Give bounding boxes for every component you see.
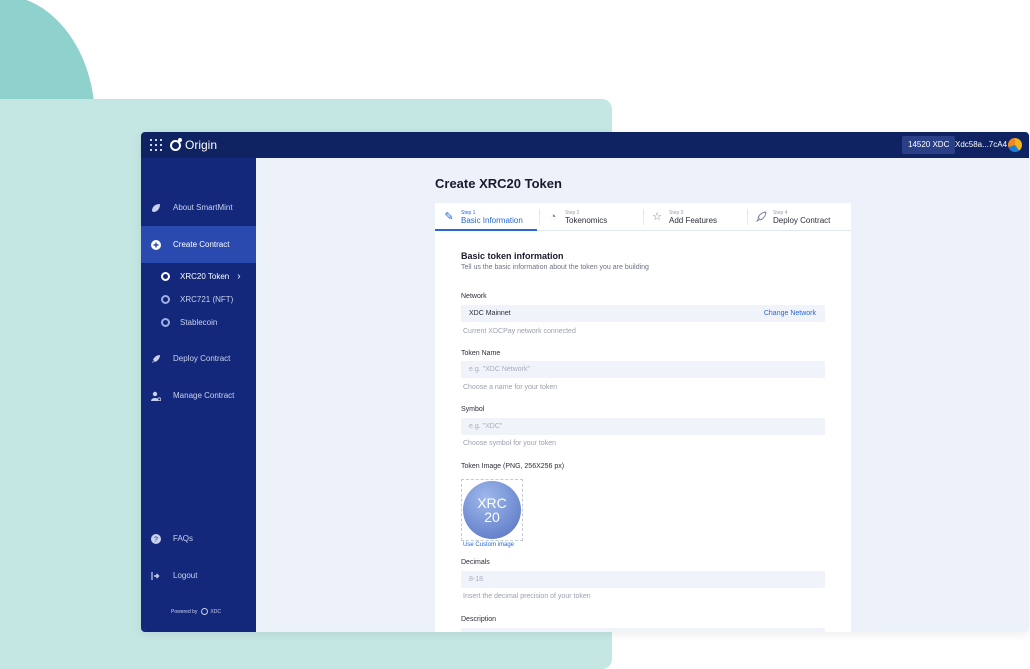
symbol-input[interactable]: e.g. "XDC" <box>461 418 825 435</box>
step-deploy-contract[interactable]: Step 4 Deploy Contract <box>755 203 830 231</box>
help-circle-icon: ? <box>151 533 161 544</box>
token-icon <box>161 294 170 304</box>
network-value: XDC Mainnet <box>469 310 511 317</box>
logo-text: Origin <box>185 138 218 152</box>
sidebar-subitem-xrc721[interactable]: XRC721 (NFT) <box>141 289 256 309</box>
rocket-icon <box>755 211 767 223</box>
step-divider <box>747 209 748 225</box>
sidebar-item-about[interactable]: About SmartMint <box>141 189 256 226</box>
active-step-indicator <box>435 229 537 231</box>
token-icon <box>161 317 170 327</box>
step-divider <box>539 209 540 225</box>
stepper: ✎ Step 1 Basic Information ◔ Step 2 Toke… <box>435 203 851 231</box>
step-basic-information[interactable]: ✎ Step 1 Basic Information <box>443 203 523 231</box>
sidebar-item-label: Logout <box>173 571 198 580</box>
star-icon: ☆ <box>652 211 662 223</box>
network-hint: Current XDCPay network connected <box>463 328 576 335</box>
apps-grid-icon[interactable] <box>150 139 162 151</box>
sidebar-item-deploy-contract[interactable]: Deploy Contract <box>141 340 256 377</box>
sidebar-subitem-label: Stablecoin <box>180 317 218 327</box>
token-icon <box>161 271 170 281</box>
sidebar-item-manage-contract[interactable]: Manage Contract <box>141 377 256 414</box>
token-image-line2: 20 <box>484 509 500 525</box>
step-add-features[interactable]: ☆ Step 3 Add Features <box>651 203 717 231</box>
top-bar: Origin 14520 XDC Xdc58a...7cA4 <box>141 132 1029 158</box>
page-title: Create XRC20 Token <box>435 176 562 191</box>
network-field: XDC Mainnet Change Network <box>461 305 825 322</box>
app-logo[interactable]: Origin <box>170 137 217 153</box>
sidebar-item-create-contract[interactable]: Create Contract <box>141 226 256 263</box>
token-image-line1: XRC <box>477 495 507 511</box>
sidebar-item-logout[interactable]: Logout <box>141 557 256 594</box>
token-image-label: Token Image (PNG, 256X256 px) <box>461 463 565 470</box>
symbol-label: Symbol <box>461 406 485 413</box>
description-input[interactable] <box>461 628 825 632</box>
form-card: ✎ Step 1 Basic Information ◔ Step 2 Toke… <box>435 203 851 632</box>
powered-by-label: Powered by <box>171 608 198 615</box>
decimals-label: Decimals <box>461 559 490 566</box>
step-label: Tokenomics <box>565 215 608 225</box>
powered-by-brand: XDC <box>210 608 221 615</box>
sidebar-item-faqs[interactable]: ? FAQs <box>141 520 256 557</box>
sidebar-subitem-label: XRC721 (NFT) <box>180 294 234 304</box>
change-network-link[interactable]: Change Network <box>764 305 816 322</box>
step-label: Deploy Contract <box>773 215 831 225</box>
screen: Origin 14520 XDC Xdc58a...7cA4 About Sma… <box>0 0 1030 669</box>
pie-chart-icon: ◔ <box>549 211 557 223</box>
xdc-logo-icon <box>201 608 209 615</box>
avatar[interactable] <box>1008 138 1022 152</box>
sidebar-item-label: FAQs <box>173 534 194 543</box>
leaf-icon <box>151 203 161 213</box>
network-label: Network <box>461 293 487 300</box>
wallet-balance: 14520 XDC <box>902 136 956 154</box>
token-name-input[interactable]: e.g. "XDC Network" <box>461 361 825 378</box>
step-divider <box>643 209 644 225</box>
sidebar-subitem-stablecoin[interactable]: Stablecoin <box>141 312 256 332</box>
step-tokenomics[interactable]: ◔ Step 2 Tokenomics <box>547 203 608 231</box>
sidebar-subitem-label: XRC20 Token <box>180 271 230 281</box>
token-image-dropzone[interactable]: XRC 20 <box>461 479 523 541</box>
section-subtitle: Tell us the basic information about the … <box>461 264 649 271</box>
plus-circle-icon <box>151 239 161 250</box>
token-name-label: Token Name <box>461 350 501 357</box>
powered-by: Powered by XDC <box>171 608 221 615</box>
sidebar: About SmartMint Create Contract XRC20 To… <box>141 158 256 632</box>
symbol-hint: Choose symbol for your token <box>463 440 556 447</box>
section-title: Basic token information <box>461 251 564 261</box>
use-custom-image-link[interactable]: Use Custom image <box>463 542 514 548</box>
origin-logo-icon <box>170 137 182 151</box>
sidebar-item-label: Deploy Contract <box>173 354 231 363</box>
chevron-right-icon: › <box>237 270 241 282</box>
step-label: Basic Information <box>461 215 523 225</box>
description-label: Description <box>461 616 497 623</box>
app-window: Origin 14520 XDC Xdc58a...7cA4 About Sma… <box>141 132 1029 632</box>
svg-text:?: ? <box>154 536 158 543</box>
user-gear-icon <box>151 391 161 401</box>
decimals-hint: Insert the decimal precision of your tok… <box>463 593 591 600</box>
sidebar-item-label: About SmartMint <box>173 203 233 212</box>
decimals-input[interactable]: 8-18 <box>461 571 825 588</box>
rocket-icon <box>151 354 161 364</box>
sidebar-item-label: Create Contract <box>173 240 230 249</box>
token-name-hint: Choose a name for your token <box>463 384 558 391</box>
edit-icon: ✎ <box>444 211 454 223</box>
sidebar-subitem-xrc20[interactable]: XRC20 Token › <box>141 266 256 286</box>
logout-icon <box>151 571 161 581</box>
sidebar-item-label: Manage Contract <box>173 391 235 400</box>
token-image-preview: XRC 20 <box>463 481 521 539</box>
step-label: Add Features <box>669 215 718 225</box>
